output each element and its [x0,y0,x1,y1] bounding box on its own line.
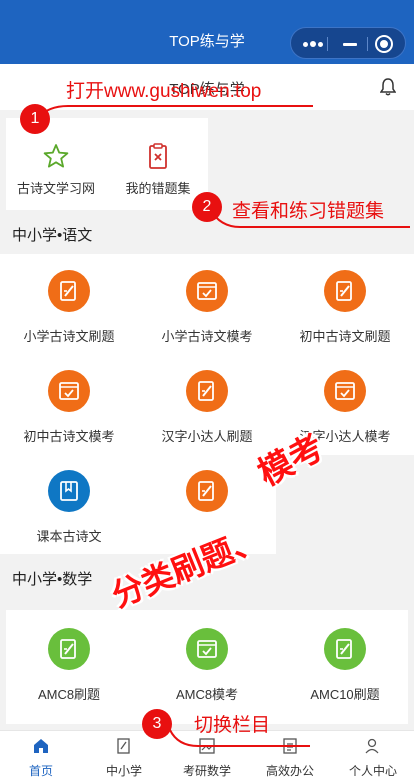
icon-circle [186,628,228,670]
book-icon [60,481,78,501]
chinese-item-label: 小学古诗文模考 [161,329,253,344]
check-doc-icon [59,382,79,400]
tab-label: 考研数学 [182,764,231,778]
tab-label: 首页 [28,764,53,778]
check-doc-icon [197,282,217,300]
icon-circle [48,470,90,512]
annotation-3-line [169,729,310,747]
user-icon [365,738,379,754]
annotation-1-badge: 1 [20,104,50,134]
tab-label: 中小学 [105,764,142,778]
annotation-1-line [37,105,313,119]
math-item-label: AMC8模考 [175,687,239,702]
chinese-item-1[interactable]: 小学古诗文模考 [138,270,276,345]
math-item-2[interactable]: AMC10刷题 [276,628,414,703]
home-icon [34,739,48,753]
check-doc-icon [197,640,217,658]
close-target-icon[interactable] [375,35,393,53]
annotation-1-text: 打开www.gushiwen.top [66,81,262,102]
edit-doc-icon [198,481,214,501]
check-doc-icon [335,382,355,400]
math-item-label: AMC8刷题 [37,687,101,702]
icon-circle [324,370,366,412]
annotation-2-line [209,208,410,228]
chinese-item-3[interactable]: 初中古诗文模考 [0,370,138,445]
clipboard-x-icon [149,143,167,169]
icon-circle [186,270,228,312]
chinese-item-label: 汉字小达人刷题 [161,429,253,444]
app-page: TOP练与学 TOP练与学 古诗文学习网 我的错题集 中小学•语文 小学古诗文刷… [0,0,414,780]
quick-item-wrong-questions[interactable]: 我的错题集 [108,138,208,197]
chinese-item-label: 课本古诗文 [36,529,102,544]
chinese-item-4[interactable]: 汉字小达人刷题 [138,370,276,445]
edit-doc-icon [117,738,130,754]
icon-circle [48,370,90,412]
chinese-item-label: 初中古诗文模考 [23,429,115,444]
icon-circle [48,270,90,312]
section-title-chinese: 中小学•语文 [12,227,93,244]
quick-item-label: 我的错题集 [125,181,191,196]
edit-doc-icon [60,281,76,301]
section-title-math: 中小学•数学 [12,571,93,588]
title-bar: TOP练与学 [0,0,414,64]
edit-doc-icon [60,639,76,659]
math-item-label: AMC10刷题 [310,687,380,702]
math-item-1[interactable]: AMC8模考 [138,628,276,703]
chinese-item-label: 初中古诗文刷题 [299,329,391,344]
minimize-icon[interactable] [343,43,357,46]
icon-circle [324,270,366,312]
edit-doc-icon [336,639,352,659]
quick-item-gushiwen[interactable]: 古诗文学习网 [6,138,106,197]
icon-circle [48,628,90,670]
tab-label: 高效办公 [265,764,314,778]
tab-k12[interactable]: 中小学 [83,737,165,779]
edit-doc-icon [336,281,352,301]
edit-doc-icon [198,381,214,401]
icon-circle [324,628,366,670]
icon-circle [186,470,228,512]
tab-home[interactable]: 首页 [0,737,82,779]
chinese-item-6[interactable]: 课本古诗文 [0,470,138,545]
chinese-item-label: 小学古诗文刷题 [23,329,115,344]
mini-program-capsule [290,27,406,59]
more-menu-icon[interactable] [303,41,325,60]
chinese-item-2[interactable]: 初中古诗文刷题 [276,270,414,345]
tab-profile[interactable]: 个人中心 [332,737,414,779]
tab-label: 个人中心 [348,764,397,778]
chinese-item-7[interactable] [138,470,276,512]
quick-item-label: 古诗文学习网 [16,181,95,196]
math-item-0[interactable]: AMC8刷题 [0,628,138,703]
icon-circle [186,370,228,412]
bell-icon[interactable] [380,78,396,96]
star-icon [43,144,69,168]
chinese-item-0[interactable]: 小学古诗文刷题 [0,270,138,345]
